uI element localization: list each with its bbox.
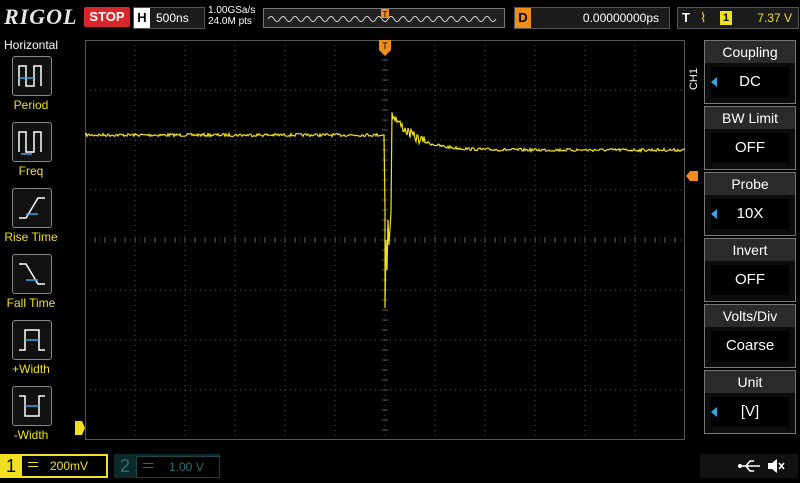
fall-time-icon: [19, 263, 45, 285]
rise-time-button[interactable]: [12, 188, 52, 228]
menu-bw-limit-value: OFF: [711, 133, 789, 163]
waveform-display[interactable]: [84, 39, 686, 441]
rise-time-icon: [19, 197, 45, 219]
dc-coupling-icon: [28, 462, 38, 463]
period-label: Period: [13, 98, 49, 112]
trigger-slope-icon: ⌇: [700, 10, 707, 25]
ch2-coupling-icon-line: [143, 467, 153, 468]
horizontal-label: H: [134, 8, 150, 28]
menu-probe[interactable]: Probe 10X: [704, 172, 796, 236]
left-menu-title: Horizontal: [3, 38, 59, 52]
ch2-scale-box: 1.00 V: [136, 456, 220, 478]
speaker-muted-icon[interactable]: [766, 456, 786, 476]
menu-bw-limit-title: BW Limit: [705, 107, 795, 129]
timebase-value: 500ns: [156, 11, 189, 25]
menu-volts-div-value: Coarse: [711, 331, 789, 361]
ch1-offset-marker[interactable]: [75, 421, 85, 435]
sample-rate: 1.00GSa/s: [208, 5, 256, 16]
menu-probe-title: Probe: [705, 173, 795, 195]
menu-coupling-value: DC: [711, 67, 789, 97]
graticule: [84, 39, 686, 441]
svg-text:T: T: [382, 41, 388, 51]
menu-invert-title: Invert: [705, 239, 795, 261]
menu-volts-div[interactable]: Volts/Div Coarse: [704, 304, 796, 368]
positive-width-label: +Width: [12, 362, 50, 376]
menu-knob-arrow-icon: [711, 407, 717, 417]
negative-width-button[interactable]: [12, 386, 52, 426]
trigger-time-marker[interactable]: T: [379, 40, 391, 56]
brand-logo: RIGOL: [4, 4, 78, 29]
positive-width-button[interactable]: [12, 320, 52, 360]
negative-width-label: -Width: [13, 428, 49, 442]
memory-waveform-icon: T: [267, 9, 497, 22]
trigger-level-marker[interactable]: [686, 171, 698, 181]
frequency-icon: [18, 131, 42, 155]
menu-knob-arrow-icon: [711, 209, 717, 219]
period-button[interactable]: [12, 56, 52, 96]
delay-display[interactable]: D 0.00000000ps: [514, 7, 670, 29]
menu-coupling[interactable]: Coupling DC: [704, 40, 796, 104]
ch2-indicator[interactable]: 2 1.00 V: [114, 454, 220, 478]
ch1-scale-box: 200mV: [22, 456, 106, 476]
ch1-waveform-trace: [84, 112, 686, 309]
ch2-number: 2: [120, 456, 131, 476]
menu-coupling-title: Coupling: [705, 41, 795, 63]
timebase-display[interactable]: H 500ns: [133, 7, 205, 29]
ch2-coupling-icon: [143, 463, 153, 464]
trigger-source: 1: [720, 11, 732, 25]
horizontal-measure-menu: Horizontal Period Freq Rise Time Fall Ti…: [0, 36, 62, 452]
menu-invert[interactable]: Invert OFF: [704, 238, 796, 302]
memory-depth: 24.0M pts: [208, 16, 252, 27]
ch2-scale: 1.00 V: [169, 460, 204, 474]
fall-time-label: Fall Time: [6, 296, 56, 310]
delay-value: 0.00000000ps: [582, 11, 659, 25]
trigger-display[interactable]: T ⌇ 1 7.37 V: [677, 7, 799, 29]
ch1-indicator[interactable]: 1 200mV: [0, 454, 108, 478]
channel-tag: CH1: [688, 68, 700, 91]
run-stop-indicator[interactable]: STOP: [84, 7, 130, 27]
menu-unit-value: [V]: [711, 397, 789, 427]
trigger-label: T: [682, 10, 690, 25]
negative-width-icon: [19, 395, 45, 417]
delay-label: D: [515, 8, 531, 28]
trigger-position-label: T: [383, 10, 388, 19]
ch1-scale: 200mV: [50, 459, 89, 473]
frequency-button[interactable]: [12, 122, 52, 162]
dc-coupling-icon-line: [28, 466, 38, 467]
channel-bar: 1 200mV 2 1.00 V: [0, 452, 800, 480]
notification-area: [700, 454, 798, 478]
ch1-number: 1: [6, 456, 17, 476]
menu-probe-value: 10X: [711, 199, 789, 229]
menu-unit[interactable]: Unit [V]: [704, 370, 796, 434]
fall-time-button[interactable]: [12, 254, 52, 294]
trigger-level: 7.37 V: [757, 11, 792, 25]
menu-knob-arrow-icon: [711, 77, 717, 87]
memory-overview-strip[interactable]: T: [263, 8, 505, 28]
period-icon: [18, 65, 42, 87]
frequency-label: Freq: [18, 164, 44, 178]
menu-unit-title: Unit: [705, 371, 795, 393]
status-bar: RIGOL STOP H 500ns 1.00GSa/s 24.0M pts T…: [0, 0, 800, 36]
menu-bw-limit[interactable]: BW Limit OFF: [704, 106, 796, 170]
rise-time-label: Rise Time: [4, 230, 58, 244]
acquisition-info: 1.00GSa/s 24.0M pts: [208, 5, 255, 27]
menu-invert-value: OFF: [711, 265, 789, 295]
positive-width-icon: [19, 329, 45, 351]
menu-volts-div-title: Volts/Div: [705, 305, 795, 327]
